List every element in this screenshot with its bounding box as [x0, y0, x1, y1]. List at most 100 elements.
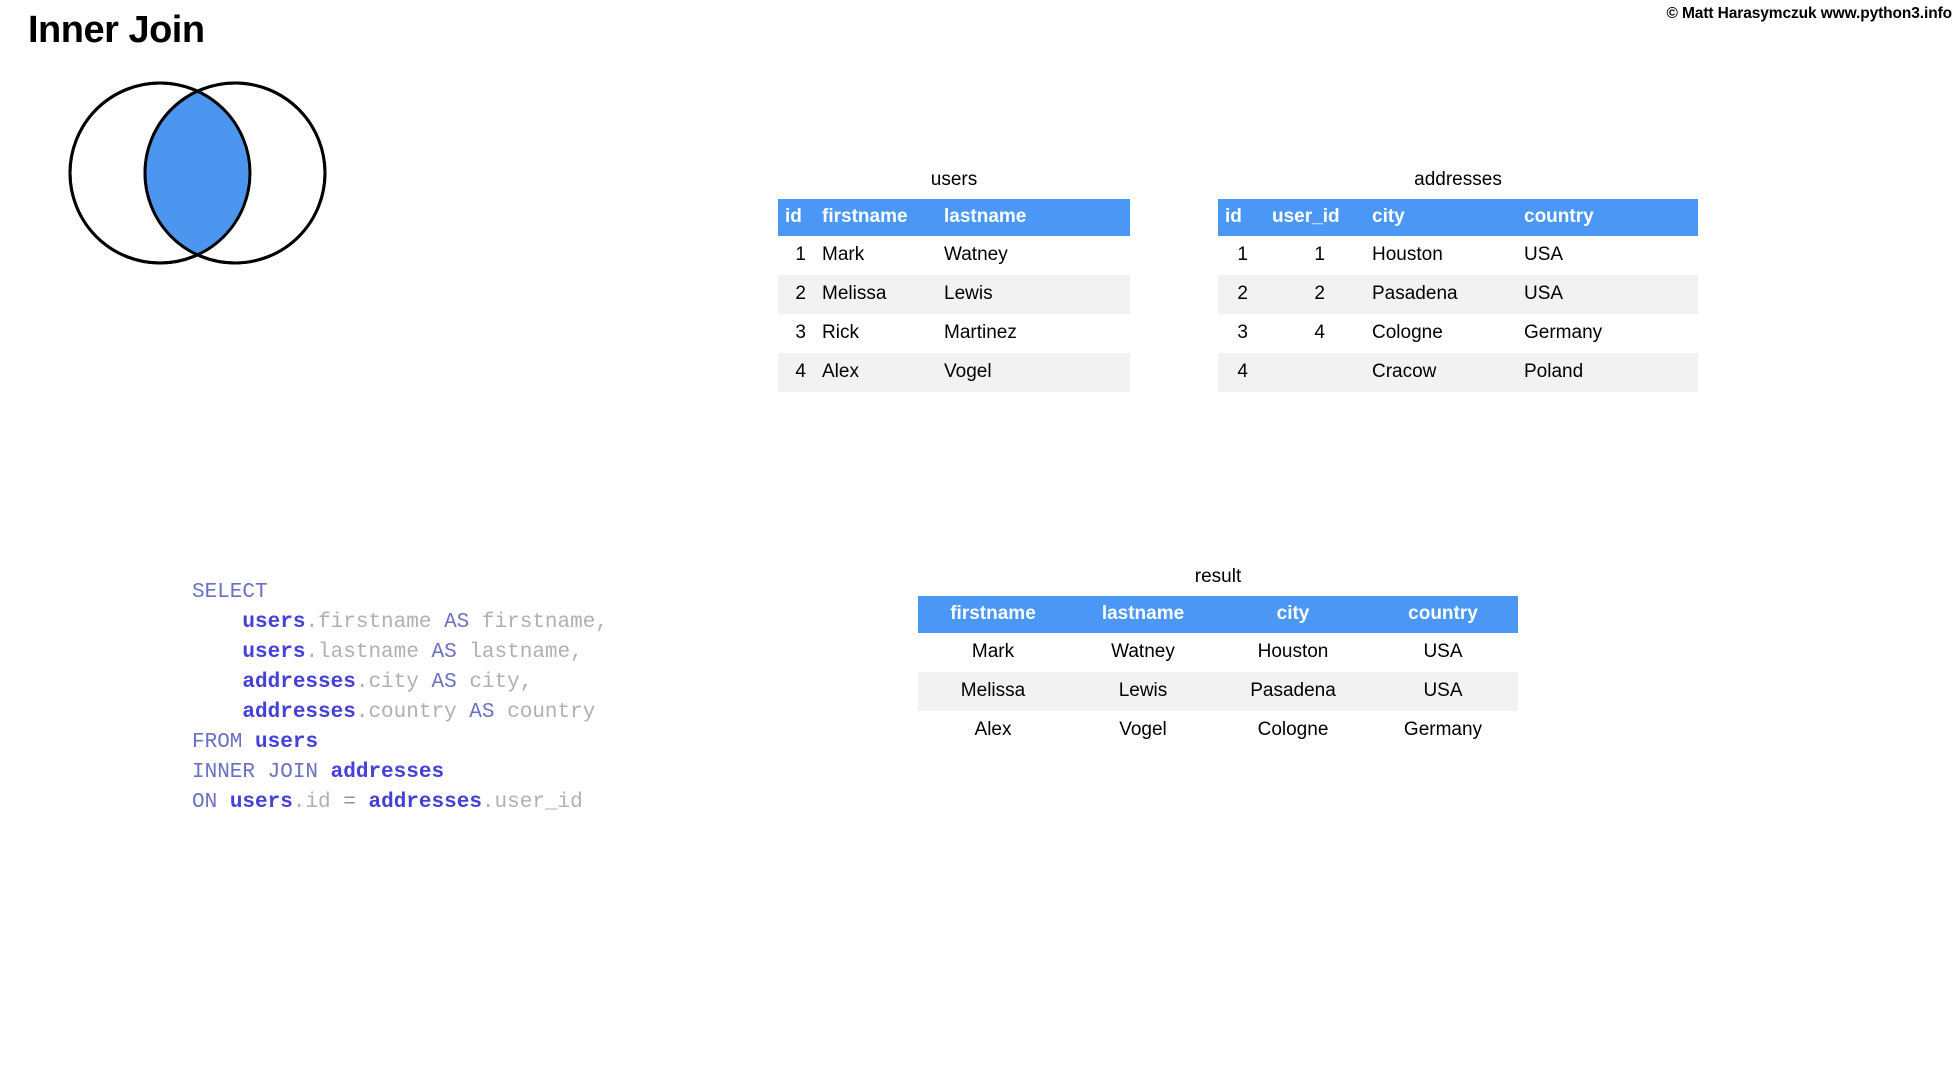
code-line: users.lastname AS lastname, — [192, 641, 583, 664]
sql-keyword-as: AS — [431, 641, 457, 664]
sql-comma: , — [570, 641, 583, 664]
addresses-cell-country: USA — [1522, 236, 1698, 275]
sql-column-lastname: lastname — [318, 641, 419, 664]
users-table: id firstname lastname 1 Mark Watney 2 Me… — [778, 199, 1130, 392]
sql-keyword-select: SELECT — [192, 581, 268, 604]
addresses-col-country: country — [1522, 199, 1698, 236]
code-line: ON users.id = addresses.user_id — [192, 791, 583, 814]
result-table-caption: result — [1194, 566, 1242, 587]
users-cell-firstname: Mark — [820, 236, 942, 275]
table-row: 3 4 Cologne Germany — [1218, 314, 1698, 353]
users-cell-id: 2 — [778, 275, 820, 314]
sql-dot: . — [305, 641, 319, 664]
sql-alias-firstname: firstname — [481, 611, 596, 634]
code-line: FROM users — [192, 731, 318, 754]
sql-table-users: users — [242, 641, 306, 664]
addresses-cell-user-id: 1 — [1270, 236, 1370, 275]
result-col-firstname: firstname — [918, 596, 1068, 633]
result-cell-country: Germany — [1368, 711, 1518, 750]
sql-table-addresses: addresses — [368, 791, 482, 814]
sql-column-city: city — [368, 671, 419, 694]
table-row: 2 Melissa Lewis — [778, 275, 1130, 314]
sql-table-addresses: addresses — [242, 701, 356, 724]
addresses-cell-id: 3 — [1218, 314, 1270, 353]
code-line: SELECT — [192, 581, 268, 604]
sql-dot: . — [355, 701, 369, 724]
addresses-cell-city: Cracow — [1370, 353, 1522, 392]
sql-keyword-as: AS — [469, 701, 495, 724]
addresses-table-caption: addresses — [1414, 169, 1502, 190]
result-cell-country: USA — [1368, 633, 1518, 672]
addresses-cell-city: Pasadena — [1370, 275, 1522, 314]
result-col-city: city — [1218, 596, 1368, 633]
result-cell-firstname: Alex — [918, 711, 1068, 750]
sql-alias-lastname: lastname — [469, 641, 571, 664]
sql-dot: . — [481, 791, 495, 814]
users-cell-lastname: Martinez — [942, 314, 1130, 353]
users-table-block: users id firstname lastname 1 Mark Watne… — [778, 168, 1130, 392]
copyright-notice: © Matt Harasymczuk www.python3.info — [1666, 5, 1952, 22]
sql-alias-city: city — [469, 671, 520, 694]
table-row: Alex Vogel Cologne Germany — [918, 711, 1518, 750]
sql-column-firstname: firstname — [318, 611, 432, 634]
addresses-table-block: addresses id user_id city country 1 1 Ho… — [1218, 168, 1698, 392]
users-col-id: id — [778, 199, 820, 236]
table-row: 3 Rick Martinez — [778, 314, 1130, 353]
page-title: Inner Join — [28, 9, 205, 51]
sql-column-id: id — [305, 791, 331, 814]
result-col-country: country — [1368, 596, 1518, 633]
users-col-lastname: lastname — [942, 199, 1130, 236]
sql-table-addresses: addresses — [330, 761, 445, 784]
sql-comma: , — [519, 671, 533, 694]
addresses-cell-id: 4 — [1218, 353, 1270, 392]
result-table: firstname lastname city country Mark Wat… — [918, 596, 1518, 750]
addresses-cell-id: 2 — [1218, 275, 1270, 314]
sql-code-block: SELECT users.firstname AS firstname, use… — [192, 578, 608, 818]
table-row: 2 2 Pasadena USA — [1218, 275, 1698, 314]
table-row: Mark Watney Houston USA — [918, 633, 1518, 672]
table-header-row: id firstname lastname — [778, 199, 1130, 236]
users-col-firstname: firstname — [820, 199, 942, 236]
sql-operator-equals: = — [343, 791, 356, 814]
code-line: addresses.country AS country — [192, 701, 595, 724]
result-table-block: result firstname lastname city country M… — [918, 565, 1518, 750]
sql-table-users: users — [255, 731, 319, 754]
sql-table-users: users — [242, 611, 306, 634]
result-cell-lastname: Lewis — [1068, 672, 1218, 711]
addresses-table: id user_id city country 1 1 Houston USA … — [1218, 199, 1698, 392]
result-cell-firstname: Mark — [918, 633, 1068, 672]
users-cell-lastname: Vogel — [942, 353, 1130, 392]
result-cell-country: USA — [1368, 672, 1518, 711]
addresses-cell-country: Germany — [1522, 314, 1698, 353]
addresses-cell-user-id: 4 — [1270, 314, 1370, 353]
addresses-col-user-id: user_id — [1270, 199, 1370, 236]
code-line: INNER JOIN addresses — [192, 761, 444, 784]
result-cell-lastname: Vogel — [1068, 711, 1218, 750]
sql-keyword-as: AS — [431, 671, 457, 694]
table-row: 1 1 Houston USA — [1218, 236, 1698, 275]
result-cell-lastname: Watney — [1068, 633, 1218, 672]
table-row: Melissa Lewis Pasadena USA — [918, 672, 1518, 711]
addresses-cell-city: Cologne — [1370, 314, 1522, 353]
table-row: 1 Mark Watney — [778, 236, 1130, 275]
users-cell-lastname: Lewis — [942, 275, 1130, 314]
result-cell-firstname: Melissa — [918, 672, 1068, 711]
result-cell-city: Houston — [1218, 633, 1368, 672]
table-row: 4 Cracow Poland — [1218, 353, 1698, 392]
sql-table-addresses: addresses — [242, 671, 356, 694]
inner-join-venn-diagram — [40, 78, 440, 288]
sql-keyword-inner-join: INNER JOIN — [192, 761, 319, 784]
addresses-cell-user-id: 2 — [1270, 275, 1370, 314]
users-cell-firstname: Alex — [820, 353, 942, 392]
sql-comma: , — [595, 611, 608, 634]
code-line: users.firstname AS firstname, — [192, 611, 608, 634]
users-cell-firstname: Melissa — [820, 275, 942, 314]
addresses-cell-city: Houston — [1370, 236, 1522, 275]
sql-column-country: country — [368, 701, 457, 724]
sql-keyword-from: FROM — [192, 731, 243, 754]
users-table-caption: users — [930, 169, 978, 190]
addresses-cell-country: Poland — [1522, 353, 1698, 392]
sql-column-user-id: user_id — [494, 791, 583, 814]
table-header-row: id user_id city country — [1218, 199, 1698, 236]
addresses-col-id: id — [1218, 199, 1270, 236]
